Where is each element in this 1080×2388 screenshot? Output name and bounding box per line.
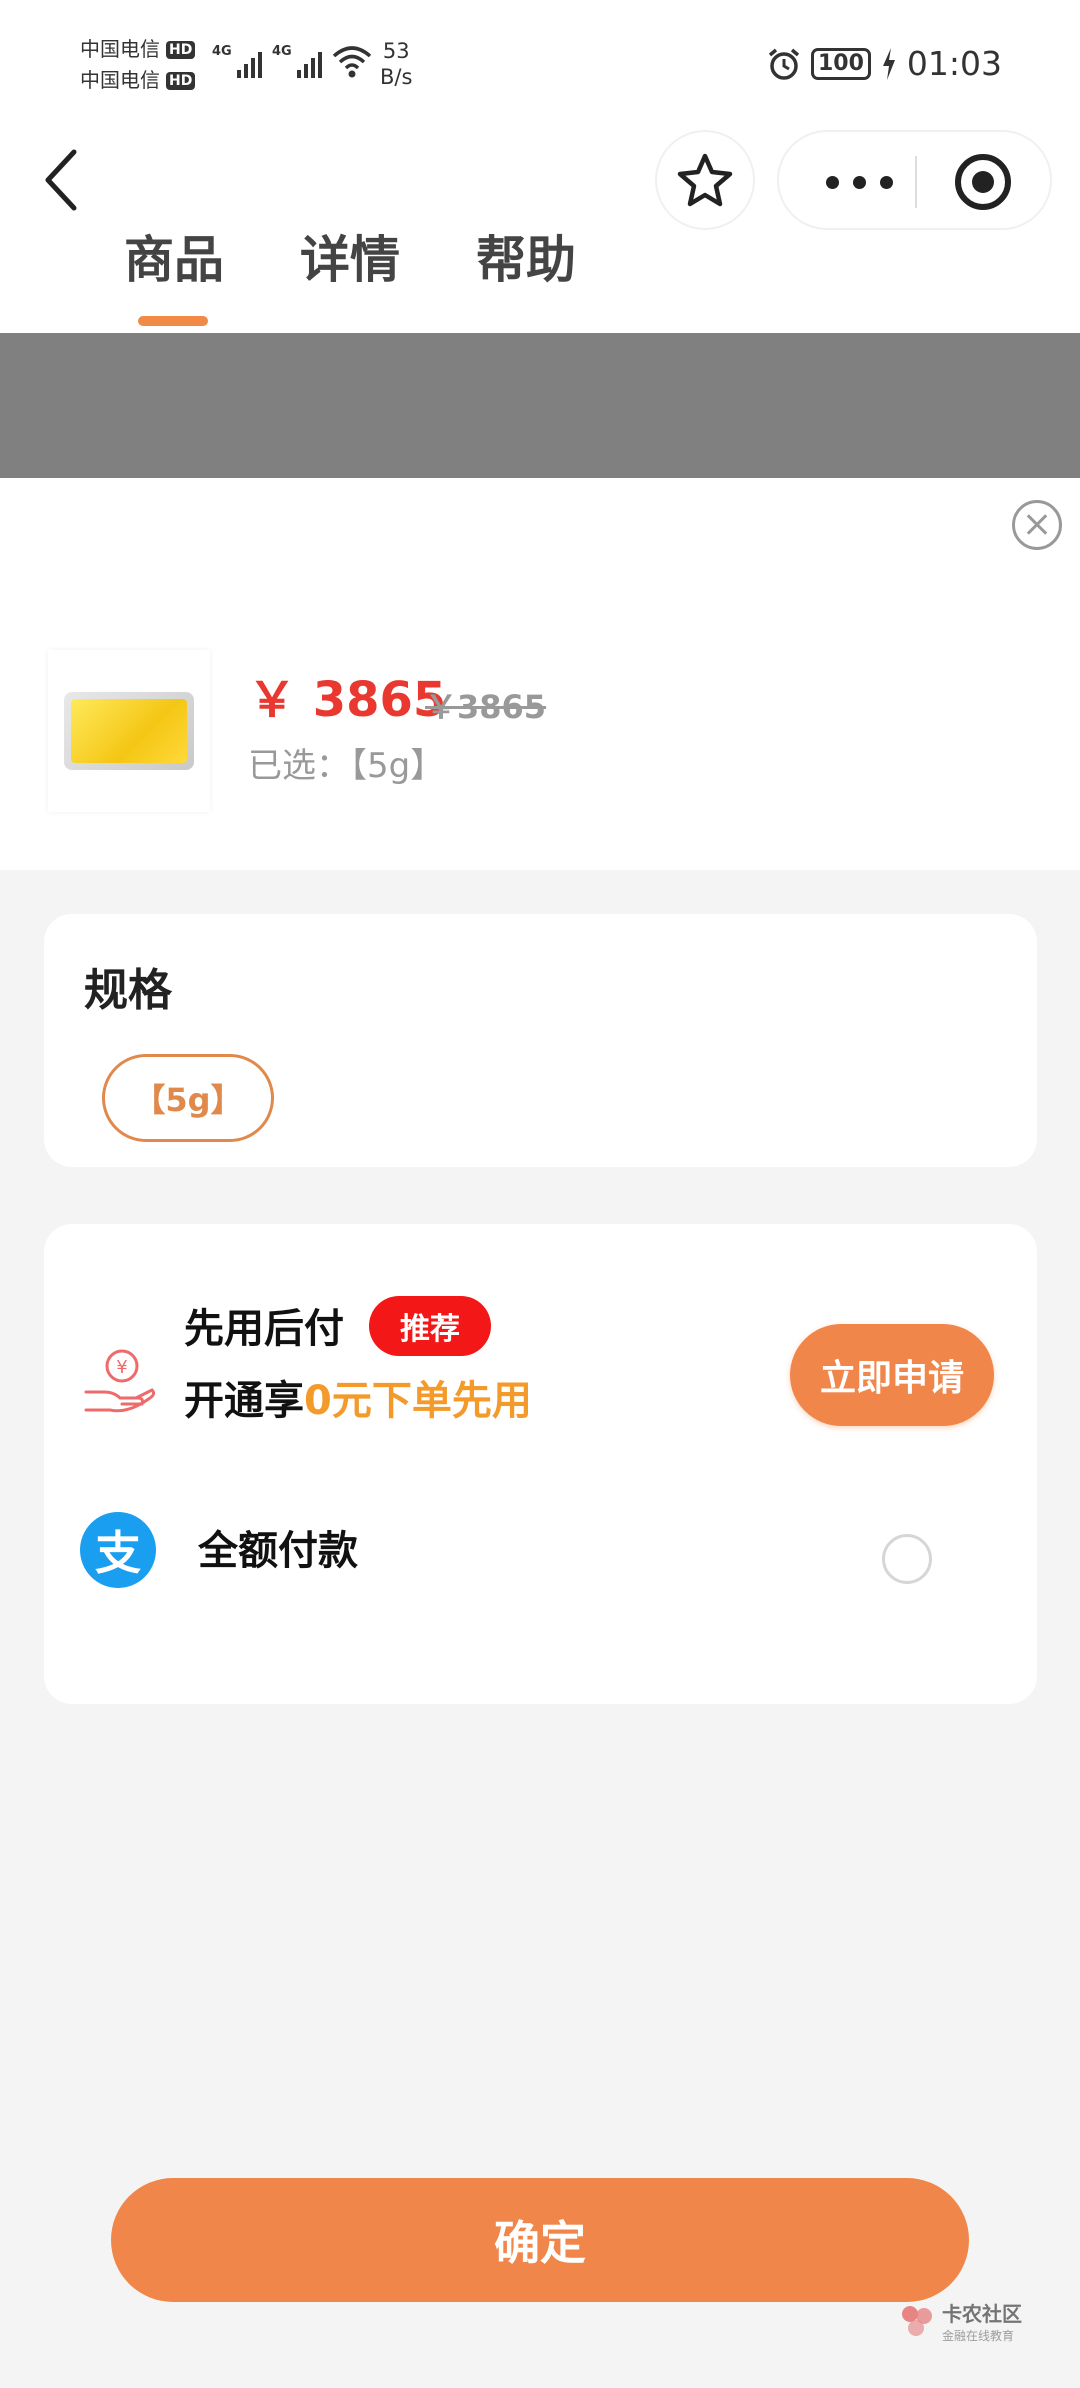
hd-badge: HD	[166, 40, 196, 59]
more-icon[interactable]	[819, 164, 899, 200]
spec-card: 规格 【5g】	[44, 914, 1037, 1167]
carrier-1: 中国电信	[80, 37, 160, 61]
alarm-icon	[768, 48, 800, 80]
tab-help[interactable]: 帮助	[476, 220, 576, 292]
bnpl-sub-highlight: 0元下单先用	[304, 1378, 532, 1424]
spec-option-5g[interactable]: 【5g】	[102, 1054, 274, 1142]
mini-program-capsule	[777, 130, 1052, 230]
product-image	[48, 650, 210, 812]
watermark-main: 卡农社区	[942, 2302, 1022, 2326]
current-price: ￥ 3865	[248, 672, 447, 728]
apply-now-button[interactable]: 立即申请	[790, 1324, 994, 1426]
original-price: ￥3865	[425, 688, 547, 726]
back-icon[interactable]	[40, 148, 90, 212]
signal-icon: 4G	[272, 44, 322, 78]
clock: 01:03	[906, 44, 1002, 83]
svg-text:¥: ¥	[116, 1357, 127, 1378]
carrier-info: 中国电信 HD 中国电信 HD	[80, 34, 196, 96]
modal-backdrop[interactable]	[0, 333, 1080, 478]
recommend-badge: 推荐	[369, 1296, 491, 1356]
top-header: 中国电信 HD 中国电信 HD 4G 4G 53 B/s 100 01:03 商…	[0, 0, 1080, 333]
network-speed: 53 B/s	[380, 39, 413, 89]
favorite-button[interactable]	[655, 130, 755, 230]
full-payment-radio[interactable]	[882, 1534, 932, 1584]
wifi-icon	[332, 46, 372, 78]
full-payment-label[interactable]: 全额付款	[198, 1518, 358, 1576]
confirm-button[interactable]: 确定	[111, 2178, 969, 2302]
status-right: 100 01:03	[767, 44, 1002, 83]
tab-goods[interactable]: 商品	[124, 220, 224, 292]
charging-icon	[882, 47, 895, 80]
payment-card: ¥ 先用后付 推荐 开通享 0元下单先用 立即申请 支 全额付款	[44, 1224, 1037, 1704]
battery-level: 100	[810, 47, 871, 80]
alipay-icon: 支	[80, 1512, 156, 1588]
bnpl-sub-prefix: 开通享	[184, 1378, 304, 1424]
signal-icon: 4G	[212, 44, 262, 78]
spec-title: 规格	[84, 965, 172, 1016]
tab-details[interactable]: 详情	[300, 220, 400, 292]
bnpl-subtitle: 开通享 0元下单先用	[184, 1368, 532, 1426]
watermark-sub: 金融在线教育	[942, 2329, 1015, 2343]
capsule-divider	[915, 156, 917, 208]
watermark-logo-icon	[902, 2306, 932, 2336]
star-icon	[677, 153, 733, 207]
status-bar: 中国电信 HD 中国电信 HD 4G 4G 53 B/s 100 01:03	[0, 0, 1080, 110]
watermark: 卡农社区 金融在线教育	[900, 2298, 1022, 2344]
bnpl-title: 先用后付	[184, 1306, 344, 1352]
active-tab-indicator	[138, 316, 208, 326]
selected-spec: 已选：【5g】	[248, 746, 445, 786]
tab-bar: 商品 详情 帮助	[0, 220, 700, 330]
carrier-2: 中国电信	[80, 68, 160, 92]
hd-badge: HD	[166, 71, 196, 90]
coin-hand-icon: ¥	[84, 1349, 156, 1413]
target-icon[interactable]	[955, 154, 1011, 210]
close-icon[interactable]	[1012, 500, 1062, 550]
gold-bar-image	[64, 692, 194, 770]
